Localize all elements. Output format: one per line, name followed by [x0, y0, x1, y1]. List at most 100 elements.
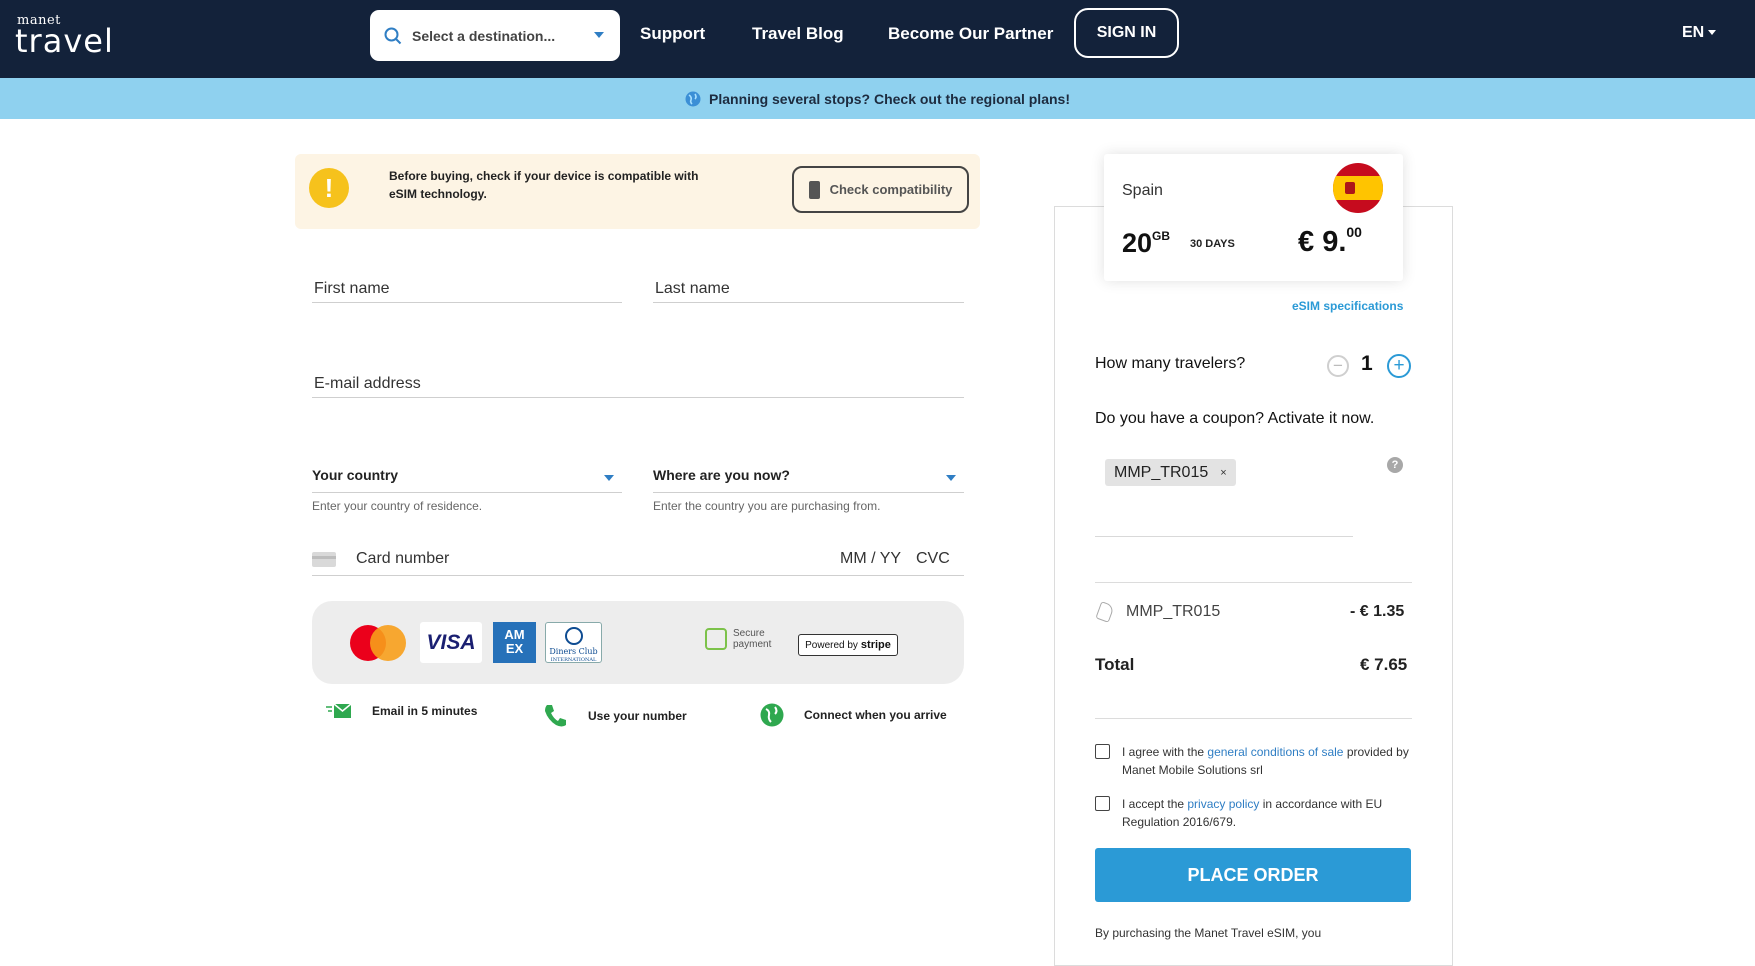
- feature-connect-label: Connect when you arrive: [804, 708, 947, 722]
- terms-text: I agree with the general conditions of s…: [1122, 745, 1409, 777]
- visa-logo: VISA: [420, 622, 482, 663]
- last-name-field: [653, 263, 964, 303]
- privacy-policy-link[interactable]: privacy policy: [1187, 797, 1259, 811]
- chevron-down-icon: [946, 475, 956, 481]
- help-icon[interactable]: ?: [1387, 457, 1403, 473]
- destination-select[interactable]: Select a destination...: [370, 10, 620, 61]
- esim-specifications-link[interactable]: eSIM specifications: [1292, 299, 1403, 313]
- diners-line-1: Diners Club: [549, 647, 598, 656]
- email-input[interactable]: [312, 358, 964, 397]
- language-selector[interactable]: EN: [1682, 24, 1717, 42]
- amex-logo: AM EX: [493, 622, 536, 663]
- globe-icon: [685, 91, 701, 106]
- chevron-down-icon: [594, 32, 604, 38]
- card-expiry-placeholder[interactable]: MM / YY: [840, 550, 901, 568]
- stripe-brand: stripe: [860, 639, 891, 651]
- amex-line-1: AM: [504, 627, 525, 642]
- plan-price: € 9.00: [1298, 224, 1362, 258]
- compatibility-warning: ! Before buying, check if your device is…: [295, 154, 980, 229]
- card-cvc-placeholder[interactable]: CVC: [916, 550, 950, 568]
- phone-icon: [545, 705, 566, 727]
- first-name-input[interactable]: [312, 263, 622, 302]
- feature-number: Use your number: [542, 703, 687, 729]
- destination-placeholder: Select a destination...: [412, 27, 556, 44]
- feature-number-label: Use your number: [588, 709, 687, 723]
- feature-email: Email in 5 minutes: [326, 703, 477, 719]
- check-compatibility-button[interactable]: Check compatibility: [792, 166, 969, 213]
- plan-duration: 30 DAYS: [1190, 238, 1235, 250]
- terms-checkbox[interactable]: [1095, 744, 1110, 759]
- location-select[interactable]: Where are you now?: [653, 461, 964, 493]
- privacy-checkbox[interactable]: [1095, 796, 1110, 811]
- spain-flag-icon: [1333, 163, 1383, 213]
- travelers-label: How many travelers?: [1095, 355, 1246, 372]
- privacy-text: I accept the privacy policy in accordanc…: [1122, 797, 1383, 829]
- mastercard-logo: [350, 625, 406, 661]
- country-hint: Enter your country of residence.: [312, 499, 483, 513]
- terms-agreement-row: I agree with the general conditions of s…: [1095, 743, 1415, 779]
- diners-line-2: INTERNATIONAL: [550, 657, 597, 663]
- sign-in-button[interactable]: SIGN IN: [1074, 8, 1179, 58]
- country-label: Your country: [312, 467, 399, 483]
- last-name-input[interactable]: [653, 263, 964, 302]
- plan-price-cents: 00: [1346, 224, 1362, 240]
- general-conditions-link[interactable]: general conditions of sale: [1207, 745, 1343, 759]
- nav-support[interactable]: Support: [640, 24, 705, 44]
- country-select[interactable]: Your country: [312, 461, 622, 493]
- phone-icon: [808, 180, 820, 199]
- decrease-travelers-button[interactable]: −: [1327, 355, 1349, 377]
- stripe-prefix: Powered by: [805, 639, 858, 651]
- regional-plans-banner[interactable]: Planning several stops? Check out the re…: [0, 78, 1755, 119]
- warning-icon: !: [309, 168, 349, 208]
- card-number-placeholder[interactable]: Card number: [356, 550, 449, 568]
- place-order-button[interactable]: PLACE ORDER: [1095, 848, 1411, 902]
- card-input-field[interactable]: Card number MM / YY CVC: [312, 540, 964, 576]
- secure-line-2: payment: [733, 639, 772, 650]
- check-compatibility-label: Check compatibility: [829, 182, 953, 197]
- discount-amount: - € 1.35: [1350, 603, 1405, 620]
- banner-text: Planning several stops? Check out the re…: [709, 90, 1070, 107]
- divider: [1095, 582, 1412, 583]
- plan-card: Spain 20GB 30 DAYS € 9.00: [1104, 154, 1403, 281]
- first-name-field: [312, 263, 622, 303]
- total-amount: € 7.65: [1360, 655, 1408, 674]
- plan-data-amount: 20GB: [1122, 228, 1171, 258]
- feature-connect: Connect when you arrive: [760, 703, 947, 727]
- applied-coupon-tag: MMP_TR015 ×: [1105, 459, 1236, 486]
- nav-travel-blog[interactable]: Travel Blog: [752, 24, 844, 44]
- chevron-down-icon: [1708, 30, 1717, 36]
- travelers-count: 1: [1361, 352, 1373, 375]
- globe-icon: [760, 703, 784, 727]
- total-label: Total: [1095, 655, 1135, 674]
- secure-line-1: Secure: [733, 628, 765, 639]
- location-hint: Enter the country you are purchasing fro…: [653, 499, 881, 513]
- diners-club-logo: Diners Club INTERNATIONAL: [545, 622, 602, 663]
- amex-line-2: EX: [505, 641, 524, 656]
- logo-brand-text[interactable]: travel: [15, 22, 114, 60]
- language-label: EN: [1682, 24, 1705, 41]
- feature-email-label: Email in 5 minutes: [372, 704, 478, 718]
- warning-text: Before buying, check if your device is c…: [389, 169, 699, 201]
- chevron-down-icon: [604, 475, 614, 481]
- nav-become-partner[interactable]: Become Our Partner: [888, 24, 1053, 44]
- increase-travelers-button[interactable]: +: [1387, 354, 1411, 378]
- location-label: Where are you now?: [653, 467, 790, 483]
- privacy-agreement-row: I accept the privacy policy in accordanc…: [1095, 795, 1415, 831]
- payment-methods-panel: VISA AM EX Diners Club INTERNATIONAL Sec…: [312, 601, 964, 684]
- plan-country: Spain: [1122, 182, 1163, 199]
- powered-by-stripe-badge: Powered by stripe: [798, 634, 898, 656]
- divider: [1095, 718, 1412, 719]
- email-field: [312, 358, 964, 398]
- purchase-note: By purchasing the Manet Travel eSIM, you: [1095, 926, 1322, 940]
- secure-payment-badge: Secure payment: [705, 628, 771, 650]
- coupon-input-underline[interactable]: [1095, 536, 1353, 537]
- plan-data-unit: GB: [1152, 229, 1171, 243]
- search-icon: [384, 27, 402, 44]
- discount-code: MMP_TR015: [1126, 603, 1221, 620]
- top-navbar: manet travel Select a destination... Sup…: [0, 0, 1755, 78]
- remove-coupon-button[interactable]: ×: [1220, 467, 1226, 479]
- lock-icon: [705, 628, 727, 650]
- credit-card-icon: [312, 552, 336, 567]
- coupon-label: Do you have a coupon? Activate it now.: [1095, 410, 1375, 427]
- email-icon: [326, 703, 352, 718]
